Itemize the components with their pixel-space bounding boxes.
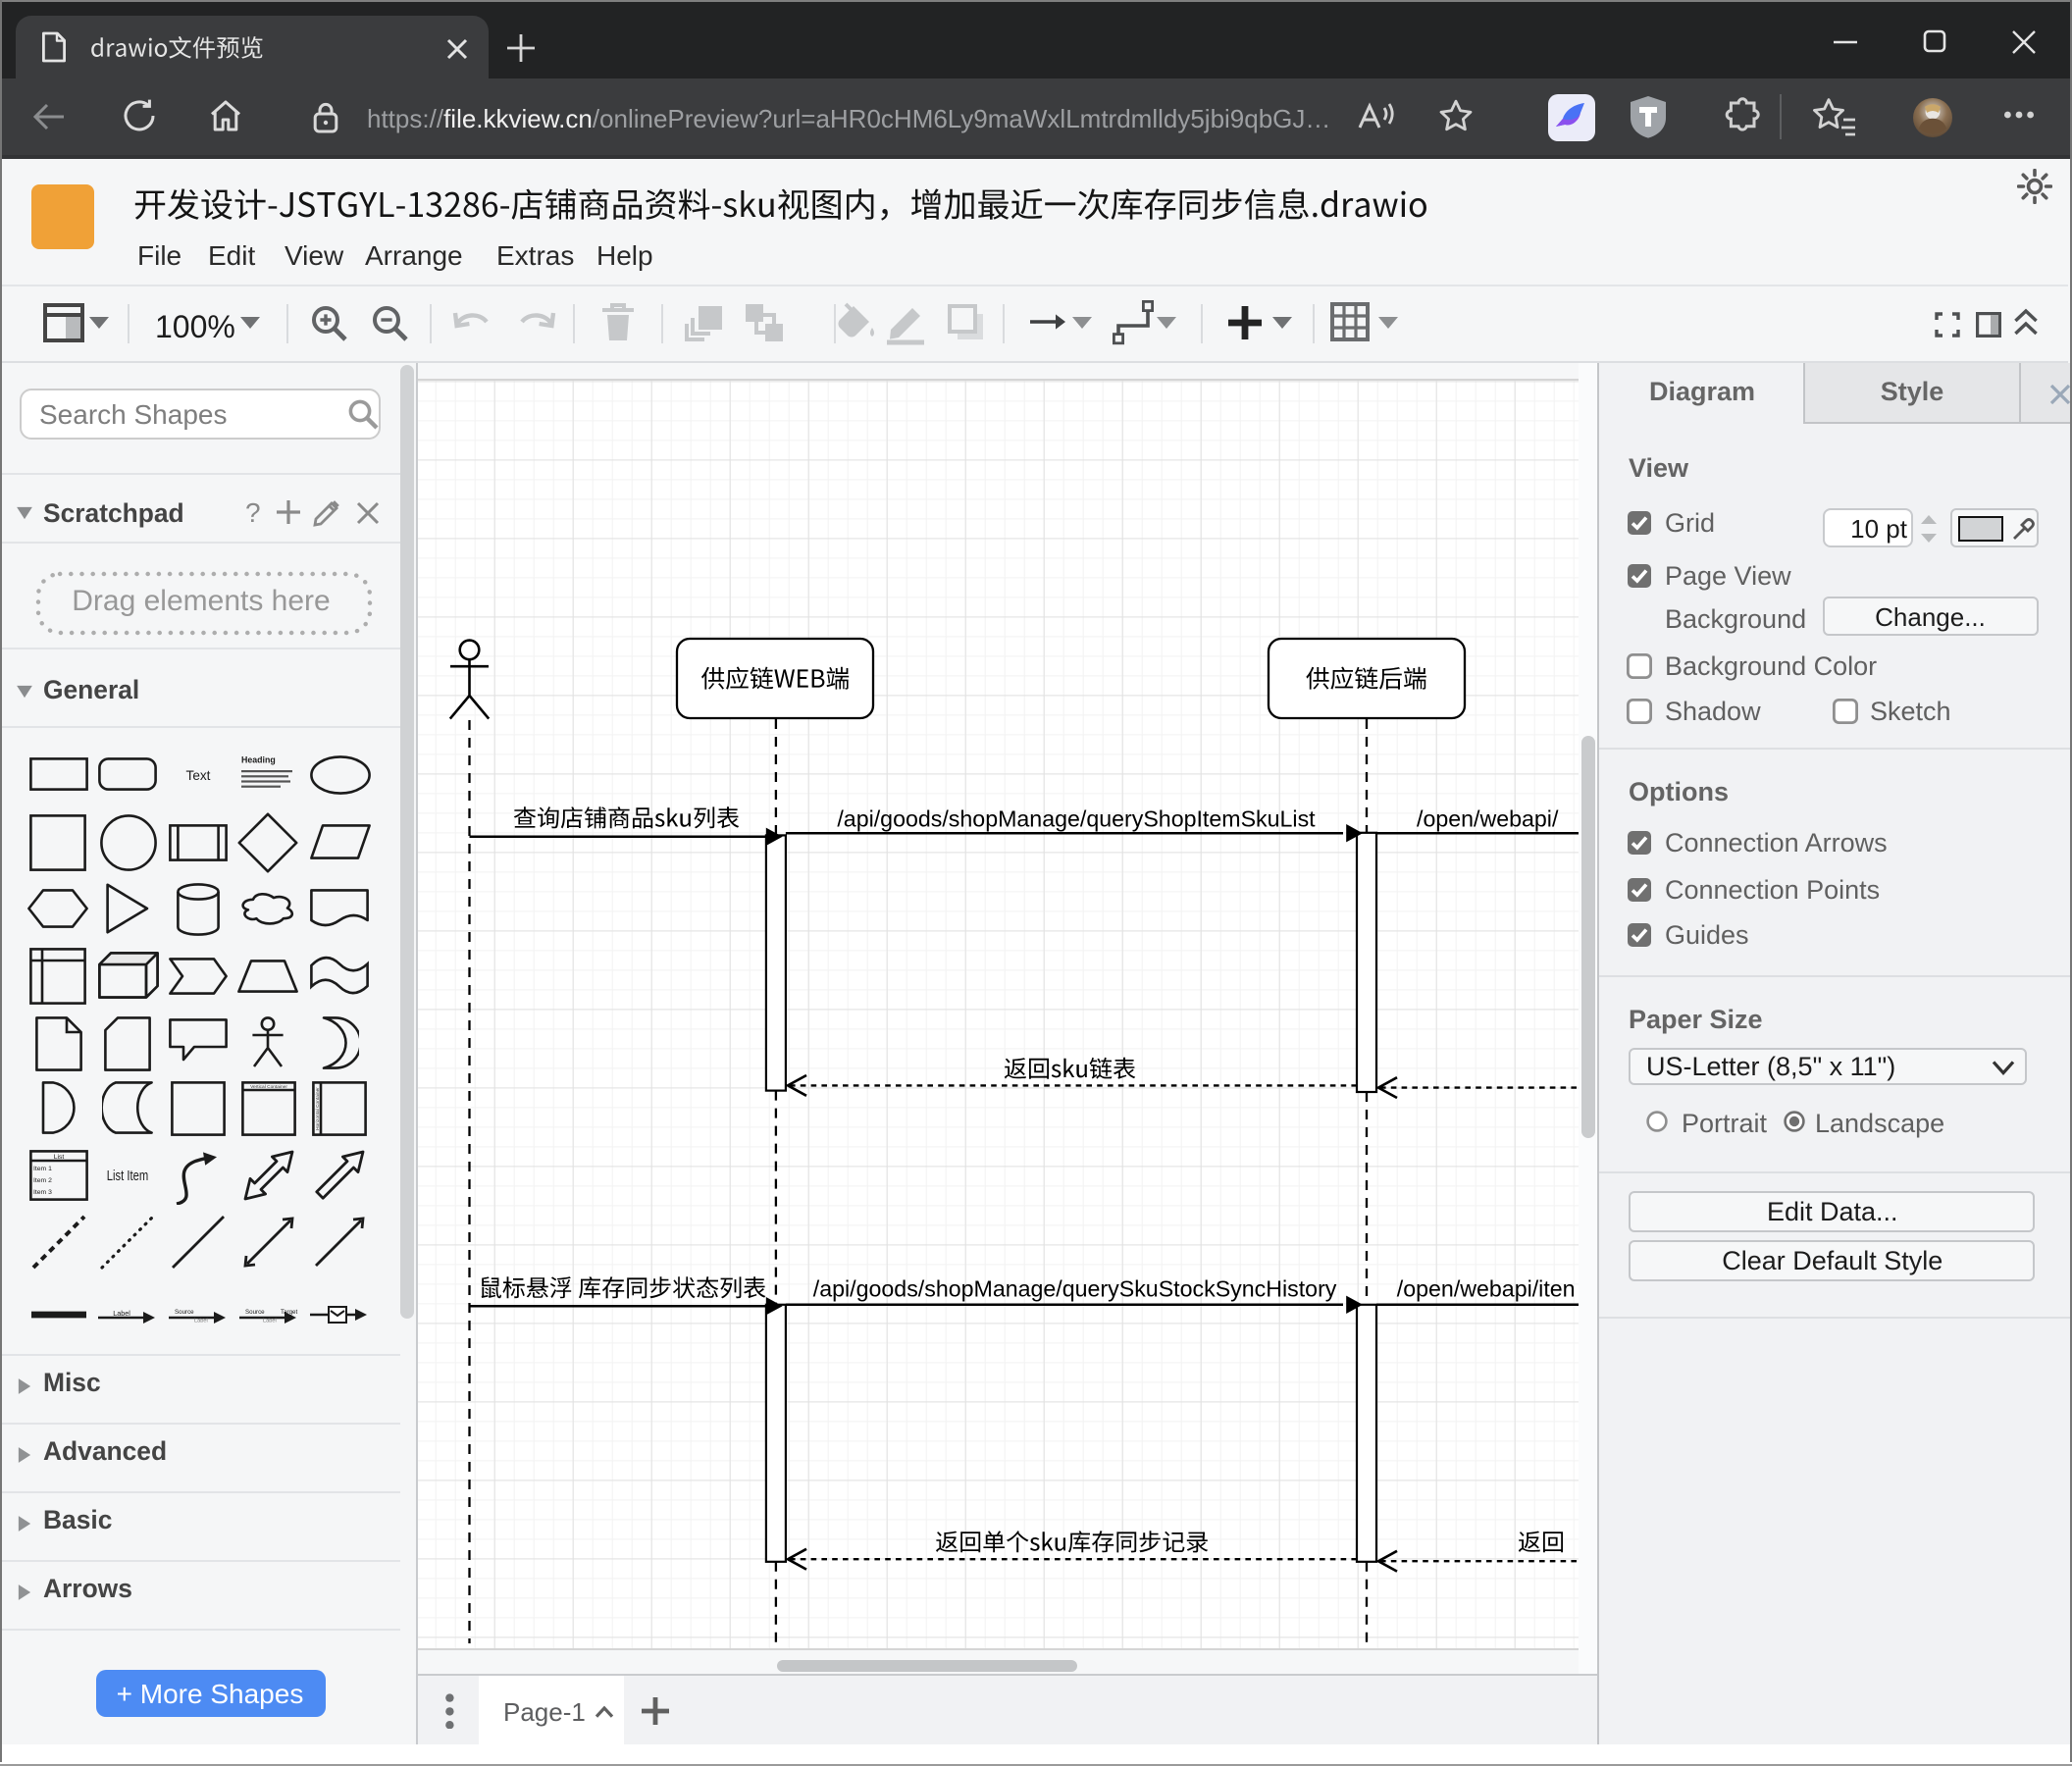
svg-text:/open/webapi/: /open/webapi/	[1417, 805, 1559, 830]
svg-text:/api/goods/shopManage/querySku: /api/goods/shopManage/querySkuStockSyncH…	[813, 1274, 1337, 1300]
svg-text:Horizontal Container: Horizontal Container	[315, 1086, 321, 1129]
svg-text:Source: Source	[175, 1308, 194, 1315]
svg-text:Text: Text	[186, 768, 211, 783]
svg-text:/open/webapi/iten: /open/webapi/iten	[1397, 1274, 1576, 1300]
svg-text:Label: Label	[262, 1318, 276, 1324]
svg-text:Heading: Heading	[240, 754, 275, 764]
svg-text:Target: Target	[280, 1308, 296, 1315]
svg-text:Label: Label	[194, 1318, 208, 1324]
svg-text:Vertical Container: Vertical Container	[249, 1083, 286, 1089]
svg-text:Item 2: Item 2	[32, 1177, 51, 1184]
svg-text:List: List	[53, 1154, 64, 1161]
svg-text:Item 3: Item 3	[32, 1189, 51, 1196]
svg-text:Source: Source	[244, 1308, 264, 1315]
svg-text:Item 1: Item 1	[32, 1166, 51, 1172]
svg-text:List Item: List Item	[107, 1168, 148, 1184]
svg-text:/api/goods/shopManage/querySho: /api/goods/shopManage/queryShopItemSkuLi…	[837, 805, 1316, 830]
svg-text:Label: Label	[113, 1308, 130, 1317]
